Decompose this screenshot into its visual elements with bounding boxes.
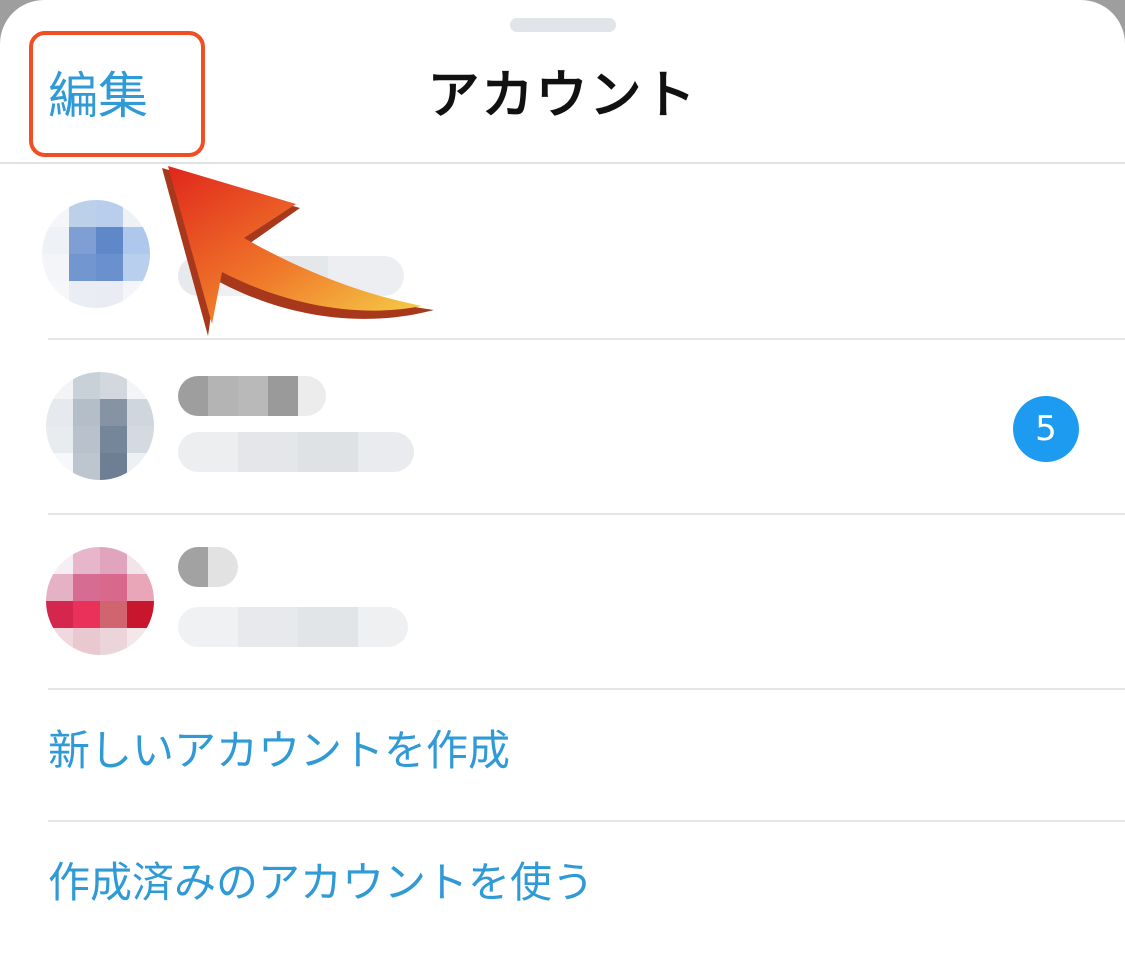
account-sheet: 編集 アカウント 5 新しいアカウントを作成 作成済みのアカウントを使う [0, 0, 1125, 980]
account-name-redacted [178, 547, 238, 587]
avatar [46, 372, 154, 480]
unread-badge: 5 [1013, 396, 1079, 462]
avatar [42, 200, 150, 308]
account-handle-redacted [178, 607, 408, 647]
page-title: アカウント [427, 66, 698, 126]
row-divider [48, 688, 1125, 690]
account-name-redacted [178, 376, 326, 416]
row-divider [48, 820, 1125, 822]
account-row-3[interactable] [0, 515, 1125, 689]
create-account-link[interactable]: 新しいアカウントを作成 [48, 724, 510, 778]
use-existing-account-link[interactable]: 作成済みのアカウントを使う [48, 856, 594, 910]
account-row-2[interactable]: 5 [0, 340, 1125, 514]
sheet-grabber-handle[interactable] [510, 18, 616, 32]
avatar [46, 547, 154, 655]
curved-arrow-icon [162, 166, 434, 336]
account-handle-redacted [178, 432, 414, 472]
